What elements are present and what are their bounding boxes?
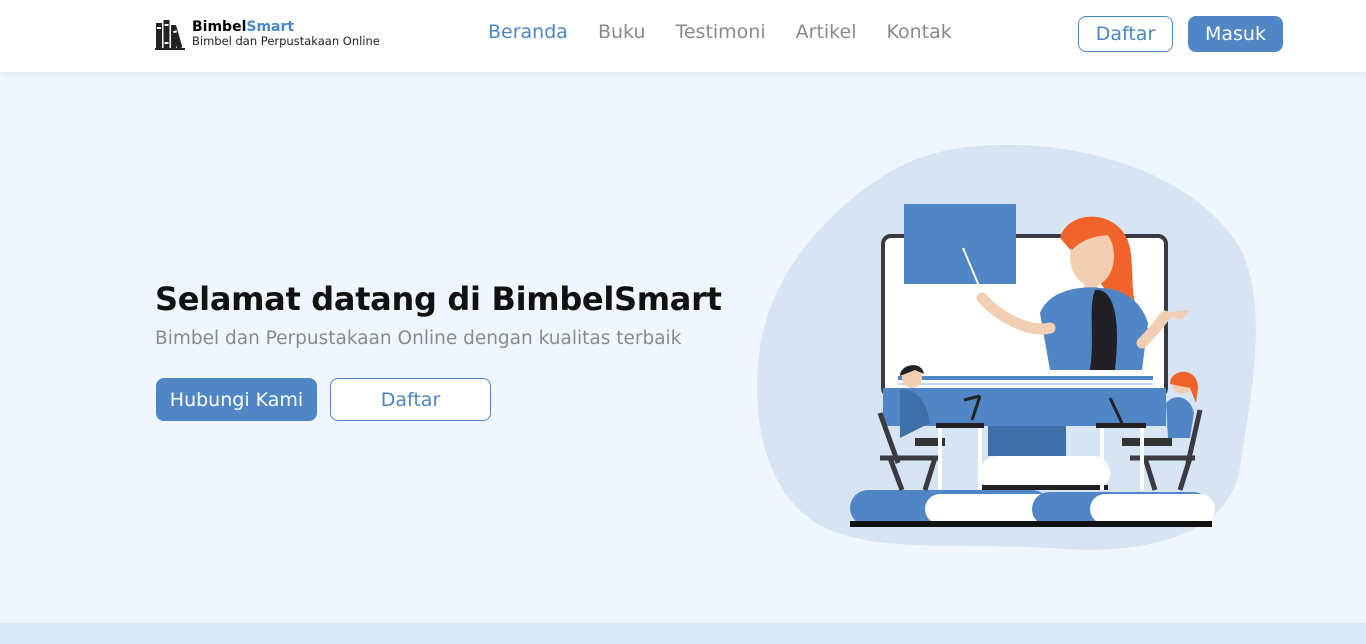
contact-us-button[interactable]: Hubungi Kami: [156, 378, 317, 421]
brand-name-part1: Bimbel: [192, 19, 247, 36]
monitor-stand: [988, 426, 1066, 456]
desk-right: [1096, 423, 1146, 428]
book-top: [980, 456, 1110, 490]
brand-text: BimbelSmart Bimbel dan Perpustakaan Onli…: [192, 19, 380, 48]
hero-register-button[interactable]: Daftar: [330, 378, 491, 421]
brand[interactable]: BimbelSmart Bimbel dan Perpustakaan Onli…: [155, 18, 380, 50]
brand-name-part2: Smart: [246, 19, 295, 36]
nav-link-kontak[interactable]: Kontak: [886, 21, 951, 43]
desk-left: [936, 423, 984, 428]
nav-link-testimoni[interactable]: Testimoni: [675, 21, 765, 43]
hero-subtitle: Bimbel dan Perpustakaan Online dengan ku…: [155, 328, 682, 349]
navbar: BimbelSmart Bimbel dan Perpustakaan Onli…: [0, 0, 1366, 72]
nav-link-buku[interactable]: Buku: [598, 21, 646, 43]
online-teaching-illustration: [757, 144, 1256, 550]
whiteboard: [904, 204, 1016, 284]
main-nav: Beranda Buku Testimoni Artikel Kontak: [488, 21, 952, 43]
book-right-page: [1090, 494, 1215, 524]
nav-link-beranda[interactable]: Beranda: [488, 21, 568, 43]
monitor-line: [898, 376, 1153, 380]
brand-name: BimbelSmart: [192, 19, 380, 35]
student-right-leg: [1122, 438, 1172, 446]
book-top-cover: [982, 485, 1108, 490]
register-button[interactable]: Daftar: [1078, 16, 1173, 52]
bookshelf-icon: [155, 20, 185, 50]
login-button[interactable]: Masuk: [1188, 16, 1283, 52]
next-section-band: [0, 623, 1366, 644]
monitor-line-2: [898, 383, 1153, 385]
brand-tagline: Bimbel dan Perpustakaan Online: [192, 34, 380, 49]
nav-link-artikel[interactable]: Artikel: [796, 21, 857, 43]
book-right-spine: [1032, 521, 1212, 527]
hero-title: Selamat datang di BimbelSmart: [155, 280, 722, 318]
